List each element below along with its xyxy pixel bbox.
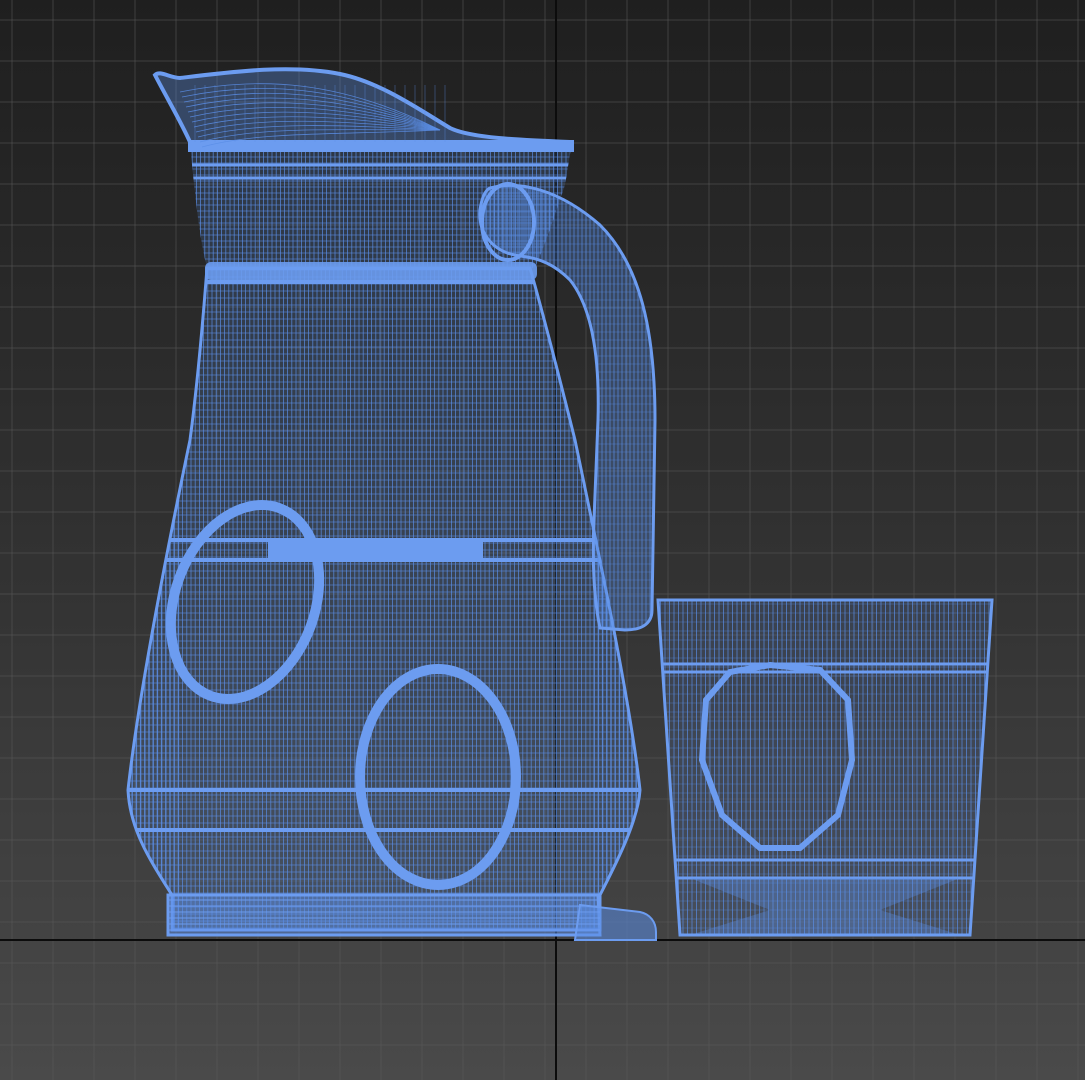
pitcher-liquid-level bbox=[268, 542, 483, 558]
pitcher-spout-shape bbox=[152, 67, 571, 144]
viewport-canvas[interactable] bbox=[0, 0, 1085, 1080]
pitcher-body-wireframe[interactable] bbox=[120, 266, 650, 932]
pitcher-base-wireframe[interactable] bbox=[166, 893, 657, 941]
glass-mesh[interactable] bbox=[650, 598, 1000, 937]
pitcher-mesh[interactable] bbox=[120, 67, 660, 941]
pitcher-collar-band bbox=[205, 262, 537, 280]
pitcher-base-spill bbox=[573, 903, 657, 941]
viewport-front-wireframe[interactable] bbox=[0, 0, 1085, 1080]
pitcher-base-rim bbox=[166, 893, 602, 937]
pitcher-spout-wireframe[interactable] bbox=[152, 67, 571, 148]
